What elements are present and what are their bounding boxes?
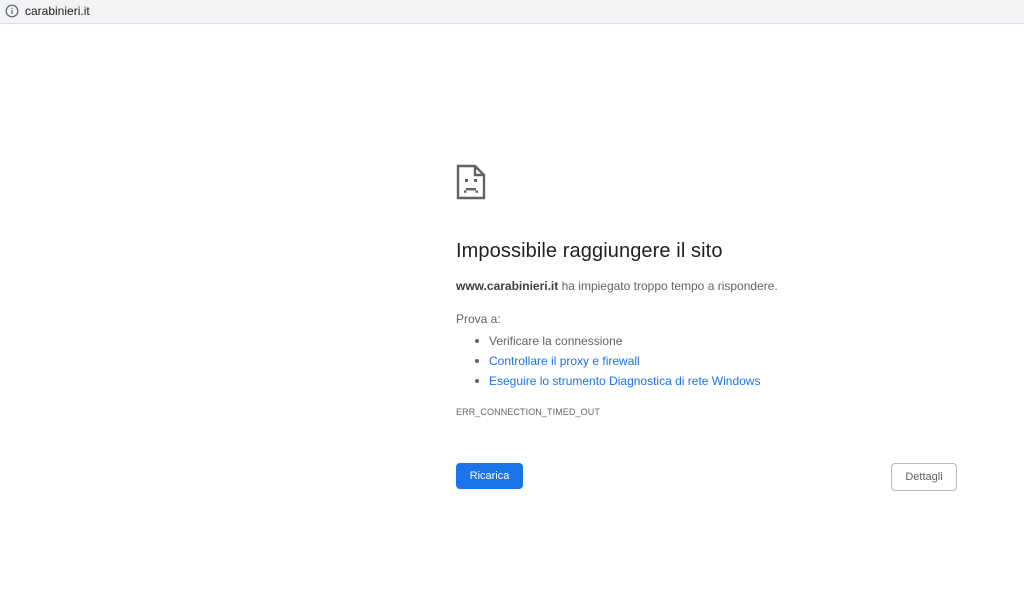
suggestions-heading: Prova a: — [456, 312, 501, 326]
bullet — [475, 359, 479, 363]
sad-page-icon — [456, 164, 486, 200]
suggestion-check-connection: Verificare la connessione — [489, 334, 623, 348]
bullet — [475, 379, 479, 383]
suggestion-network-diagnostics-link[interactable]: Eseguire lo strumento Diagnostica di ret… — [489, 374, 760, 388]
list-item: Eseguire lo strumento Diagnostica di ret… — [456, 371, 760, 391]
list-item: Verificare la connessione — [456, 331, 760, 351]
bullet — [475, 339, 479, 343]
error-message: www.carabinieri.it ha impiegato troppo t… — [456, 278, 778, 294]
info-icon[interactable] — [5, 4, 19, 18]
error-host: www.carabinieri.it — [456, 279, 559, 293]
url-text[interactable]: carabinieri.it — [25, 4, 90, 19]
error-message-text: ha impiegato troppo tempo a rispondere. — [558, 279, 778, 293]
error-code: ERR_CONNECTION_TIMED_OUT — [456, 407, 600, 417]
suggestion-check-proxy-link[interactable]: Controllare il proxy e firewall — [489, 354, 640, 368]
suggestions-list: Verificare la connessione Controllare il… — [456, 331, 760, 391]
list-item: Controllare il proxy e firewall — [456, 351, 760, 371]
address-bar[interactable]: carabinieri.it — [0, 0, 1024, 24]
details-button[interactable]: Dettagli — [891, 463, 957, 491]
reload-button[interactable]: Ricarica — [456, 463, 523, 489]
page-title: Impossibile raggiungere il sito — [456, 240, 723, 262]
